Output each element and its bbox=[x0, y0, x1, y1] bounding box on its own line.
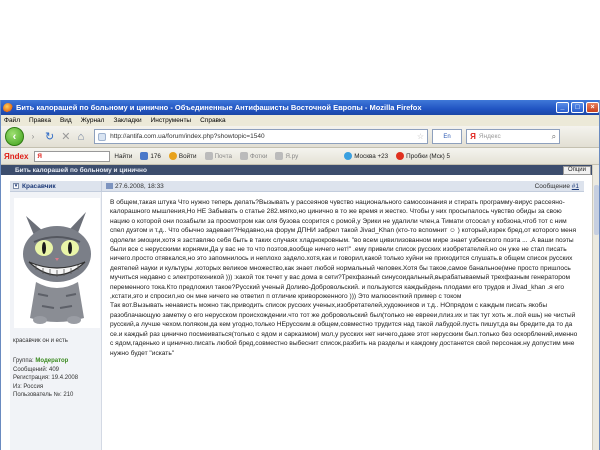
address-bar[interactable]: http://antifa.com.ua/forum/index.php?sho… bbox=[94, 129, 429, 144]
search-icon[interactable]: ⌕ bbox=[552, 132, 556, 142]
back-arrow-icon[interactable]: ‹ bbox=[5, 127, 24, 146]
post: красавчик он и есть Группа: Модератор Со… bbox=[10, 192, 584, 450]
home-icon[interactable]: ⌂ bbox=[77, 131, 84, 143]
window-controls: _ □ × bbox=[556, 102, 599, 113]
menu-view[interactable]: Вид bbox=[60, 117, 72, 124]
favicon-icon bbox=[98, 132, 107, 141]
menu-file[interactable]: Файл bbox=[4, 117, 20, 124]
author-name: Красавчик bbox=[22, 182, 56, 190]
close-icon[interactable]: × bbox=[586, 102, 599, 113]
yandex-search-logo-icon: Я bbox=[470, 132, 476, 141]
post-author[interactable]: ▾ Красавчик bbox=[10, 180, 102, 192]
message-link[interactable]: #1 bbox=[572, 183, 579, 190]
traffic-widget[interactable]: Пробки (Мск) 5 bbox=[396, 152, 450, 160]
yandex-search-input[interactable]: Я bbox=[34, 150, 111, 162]
menu-bar: Файл Правка Вид Журнал Закладки Инструме… bbox=[1, 115, 599, 126]
message-label: Сообщение bbox=[534, 182, 570, 190]
title-bar[interactable]: Бить калорашей по больному и цинично - О… bbox=[1, 100, 599, 115]
yandex-counter[interactable]: 176 bbox=[140, 152, 161, 160]
menu-edit[interactable]: Правка bbox=[29, 117, 51, 124]
weather-widget[interactable]: Москва +23 bbox=[344, 152, 388, 160]
traffic-icon bbox=[396, 152, 405, 160]
language-indicator[interactable]: En bbox=[432, 129, 463, 144]
yandex-find-button[interactable]: Найти bbox=[114, 153, 132, 160]
yandex-toolbar: Яndex Я Найти 176 Войти Почта Фотки Я.ру… bbox=[1, 148, 599, 165]
message-number: Сообщение #1 bbox=[535, 183, 584, 190]
bookmark-star-icon[interactable]: ☆ bbox=[417, 132, 424, 141]
user-profile: Группа: Модератор Сообщений: 409 Регистр… bbox=[13, 357, 78, 400]
yaru-icon bbox=[275, 152, 284, 160]
post-date: 27.6.2008, 18:33 bbox=[102, 183, 535, 190]
post-paragraph: Так вот.Вызывать ненависть можно так,при… bbox=[110, 302, 578, 357]
expand-icon[interactable]: ▾ bbox=[13, 183, 19, 189]
search-placeholder: Яндекс bbox=[478, 133, 501, 140]
weather-icon bbox=[344, 152, 353, 160]
group-value: Модератор bbox=[35, 358, 69, 364]
browser-window: Бить калорашей по больному и цинично - О… bbox=[0, 100, 600, 450]
reload-icon[interactable]: ↻ bbox=[45, 130, 54, 143]
forward-arrow-icon[interactable]: › bbox=[27, 131, 39, 143]
user-number: Пользователь №: 210 bbox=[13, 392, 74, 398]
post-date-text: 27.6.2008, 18:33 bbox=[115, 182, 164, 190]
group-row: Группа: Модератор bbox=[13, 357, 78, 366]
scrollbar-thumb[interactable] bbox=[594, 185, 599, 235]
topic-title: Бить калорашей по больному и цинично bbox=[15, 166, 147, 174]
yandex-photos-button[interactable]: Фотки bbox=[240, 152, 267, 160]
maximize-icon[interactable]: □ bbox=[571, 102, 584, 113]
navigation-toolbar: ‹ › ↻ ✕ ⌂ http://antifa.com.ua/forum/ind… bbox=[1, 126, 599, 148]
url-text: http://antifa.com.ua/forum/index.php?sho… bbox=[110, 133, 265, 140]
yandex-mail-button[interactable]: Почта bbox=[204, 152, 232, 160]
user-status: красавчик он и есть bbox=[13, 338, 68, 344]
yandex-search-prefix: Я bbox=[37, 152, 42, 160]
mail-icon bbox=[204, 152, 213, 160]
stop-icon[interactable]: ✕ bbox=[61, 130, 70, 143]
grinning-cat-avatar-icon bbox=[14, 198, 100, 328]
user-location: Из: Россия bbox=[13, 383, 44, 390]
post-icon bbox=[106, 183, 113, 189]
menu-bookmarks[interactable]: Закладки bbox=[113, 117, 141, 124]
photos-icon bbox=[240, 152, 249, 160]
vertical-scrollbar[interactable] bbox=[592, 165, 599, 450]
counter-icon bbox=[140, 152, 149, 160]
options-button[interactable]: Опции bbox=[562, 166, 591, 175]
search-input[interactable]: Я Яндекс ⌕ bbox=[466, 129, 561, 144]
registration-date: Регистрация: 19.4.2008 bbox=[13, 375, 79, 381]
menu-history[interactable]: Журнал bbox=[81, 117, 105, 124]
window-title: Бить калорашей по больному и цинично - О… bbox=[16, 103, 422, 112]
menu-help[interactable]: Справка bbox=[200, 117, 226, 124]
posts-count: Сообщений: 409 bbox=[13, 366, 60, 373]
firefox-icon bbox=[3, 102, 13, 113]
yandex-yaru-button[interactable]: Я.ру bbox=[275, 152, 298, 160]
blank-area bbox=[0, 0, 600, 100]
login-icon bbox=[168, 152, 177, 160]
yandex-login-button[interactable]: Войти bbox=[168, 152, 197, 160]
yandex-logo[interactable]: Яndex bbox=[4, 152, 28, 161]
post-body: В общем,такая штука Что нужно теперь дел… bbox=[110, 198, 580, 450]
topic-header: Бить калорашей по больному и цинично Опц… bbox=[1, 165, 599, 175]
post-paragraph: В общем,такая штука Что нужно теперь дел… bbox=[110, 199, 577, 301]
avatar[interactable] bbox=[14, 198, 100, 328]
menu-tools[interactable]: Инструменты bbox=[151, 117, 192, 124]
group-label: Группа: bbox=[13, 358, 34, 364]
post-header: ▾ Красавчик 27.6.2008, 18:33 Сообщение #… bbox=[10, 180, 584, 192]
minimize-icon[interactable]: _ bbox=[556, 102, 569, 113]
user-panel: красавчик он и есть Группа: Модератор Со… bbox=[10, 192, 102, 450]
